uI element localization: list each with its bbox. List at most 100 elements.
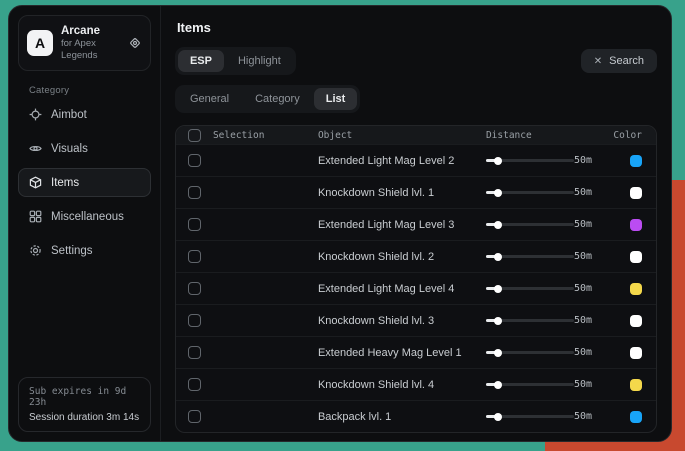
sidebar-item-items[interactable]: Items — [18, 168, 151, 197]
table-row: Knockdown Shield lvl. 1 50m — [176, 176, 656, 208]
search-button-label: Search — [609, 55, 644, 67]
sidebar-item-label: Aimbot — [51, 109, 87, 121]
subscription-card: Sub expires in 9d 23h Session duration 3… — [18, 377, 151, 432]
distance-slider[interactable] — [486, 191, 574, 194]
object-name: Knockdown Shield lvl. 3 — [318, 315, 434, 327]
row-checkbox[interactable] — [188, 314, 201, 327]
page-title: Items — [177, 20, 657, 35]
slider-knob[interactable] — [494, 349, 502, 357]
sidebar-item-visuals[interactable]: Visuals — [18, 134, 151, 163]
slider-knob[interactable] — [494, 413, 502, 421]
sidebar-item-miscellaneous[interactable]: Miscellaneous — [18, 202, 151, 231]
session-duration-text: Session duration 3m 14s — [29, 412, 140, 423]
row-checkbox[interactable] — [188, 154, 201, 167]
distance-slider[interactable] — [486, 415, 574, 418]
distance-value: 50m — [574, 411, 602, 422]
sidebar-item-label: Settings — [51, 245, 93, 257]
column-distance: Distance — [486, 130, 532, 141]
table-row: Knockdown Shield lvl. 2 50m — [176, 240, 656, 272]
gear-icon — [29, 244, 42, 257]
row-checkbox[interactable] — [188, 346, 201, 359]
object-name: Extended Light Mag Level 3 — [318, 219, 454, 231]
slider-knob[interactable] — [494, 157, 502, 165]
color-swatch[interactable] — [630, 411, 642, 423]
brand-card: A Arcane for Apex Legends — [18, 15, 151, 71]
slider-knob[interactable] — [494, 317, 502, 325]
table-row: Knockdown Shield lvl. 3 50m — [176, 304, 656, 336]
distance-value: 50m — [574, 251, 602, 262]
sidebar-item-settings[interactable]: Settings — [18, 236, 151, 265]
table-row: Extended Light Mag Level 4 50m — [176, 272, 656, 304]
tab-esp[interactable]: ESP — [178, 50, 224, 72]
app-window: A Arcane for Apex Legends Category — [8, 5, 672, 442]
category-section-label: Category — [29, 85, 151, 96]
distance-value: 50m — [574, 283, 602, 294]
search-icon: ✕ — [594, 56, 602, 67]
mode-tabs: ESP Highlight — [175, 47, 296, 75]
row-checkbox[interactable] — [188, 378, 201, 391]
tab-category[interactable]: Category — [243, 88, 312, 110]
sidebar: A Arcane for Apex Legends Category — [9, 6, 161, 441]
object-name: Extended Heavy Mag Level 1 — [318, 347, 462, 359]
sidebar-nav: Aimbot Visuals Items — [18, 100, 151, 265]
color-swatch[interactable] — [630, 219, 642, 231]
items-table: Selection Object Distance Color Extended… — [175, 125, 657, 433]
distance-value: 50m — [574, 379, 602, 390]
color-swatch[interactable] — [630, 315, 642, 327]
object-name: Extended Light Mag Level 4 — [318, 283, 454, 295]
slider-knob[interactable] — [494, 221, 502, 229]
color-swatch[interactable] — [630, 251, 642, 263]
distance-value: 50m — [574, 187, 602, 198]
distance-slider[interactable] — [486, 319, 574, 322]
select-all-checkbox[interactable] — [188, 129, 201, 142]
sidebar-item-label: Miscellaneous — [51, 211, 124, 223]
package-icon — [29, 176, 42, 189]
color-swatch[interactable] — [630, 155, 642, 167]
distance-slider[interactable] — [486, 223, 574, 226]
distance-slider[interactable] — [486, 383, 574, 386]
object-name: Backpack lvl. 1 — [318, 411, 391, 423]
row-checkbox[interactable] — [188, 186, 201, 199]
slider-knob[interactable] — [494, 381, 502, 389]
compass-icon[interactable] — [128, 36, 142, 50]
search-button[interactable]: ✕ Search — [581, 49, 657, 73]
row-checkbox[interactable] — [188, 410, 201, 423]
color-swatch[interactable] — [630, 379, 642, 391]
color-swatch[interactable] — [630, 347, 642, 359]
crosshair-icon — [29, 108, 42, 121]
distance-slider[interactable] — [486, 159, 574, 162]
sidebar-item-aimbot[interactable]: Aimbot — [18, 100, 151, 129]
slider-knob[interactable] — [494, 189, 502, 197]
main-panel: Items ESP Highlight ✕ Search General Cat… — [161, 6, 671, 441]
color-swatch[interactable] — [630, 283, 642, 295]
row-checkbox[interactable] — [188, 250, 201, 263]
table-header: Selection Object Distance Color — [176, 126, 656, 144]
distance-slider[interactable] — [486, 351, 574, 354]
distance-slider[interactable] — [486, 255, 574, 258]
row-checkbox[interactable] — [188, 218, 201, 231]
table-row: Knockdown Shield lvl. 4 50m — [176, 368, 656, 400]
table-body: Extended Light Mag Level 2 50m Knockdown… — [176, 144, 656, 432]
slider-knob[interactable] — [494, 253, 502, 261]
object-name: Knockdown Shield lvl. 4 — [318, 379, 434, 391]
distance-value: 50m — [574, 219, 602, 230]
object-name: Extended Light Mag Level 2 — [318, 155, 454, 167]
row-checkbox[interactable] — [188, 282, 201, 295]
distance-slider[interactable] — [486, 287, 574, 290]
distance-value: 50m — [574, 347, 602, 358]
color-swatch[interactable] — [630, 187, 642, 199]
column-object: Object — [318, 130, 352, 141]
app-subtitle: for Apex Legends — [61, 38, 120, 62]
slider-knob[interactable] — [494, 285, 502, 293]
sub-expiry-text: Sub expires in 9d 23h — [29, 386, 140, 408]
distance-value: 50m — [574, 155, 602, 166]
object-name: Knockdown Shield lvl. 2 — [318, 251, 434, 263]
tab-list[interactable]: List — [314, 88, 358, 110]
tab-general[interactable]: General — [178, 88, 241, 110]
column-selection: Selection — [213, 130, 264, 141]
tab-highlight[interactable]: Highlight — [226, 50, 293, 72]
column-color: Color — [613, 130, 642, 141]
sidebar-item-label: Items — [51, 177, 79, 189]
eye-icon — [29, 142, 42, 155]
view-tabs: General Category List — [175, 85, 360, 113]
